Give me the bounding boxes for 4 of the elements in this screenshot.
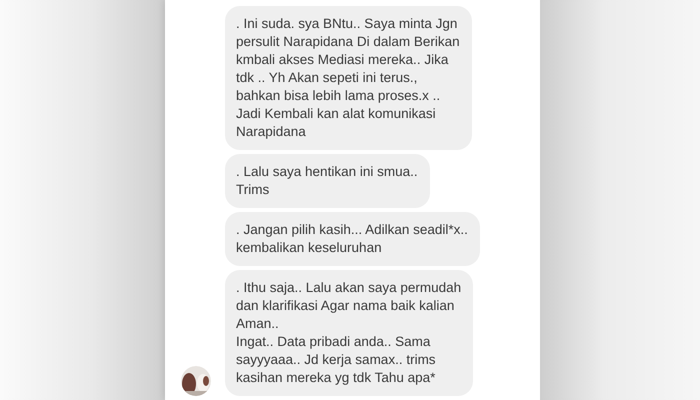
message-bubble: . Jangan pilih kasih... Adilkan seadil*x.. kembalikan keseluruhan [225,212,480,266]
message-bubble: . Lalu saya hentikan ini smua.. Trims [225,154,430,208]
message-bubble: . Ini suda. sya BNtu.. Saya minta Jgn persulit Narapidana Di dalam Berikan kmbali akses Mediasi mereka.. Jika tdk .. Yh Akan sepeti ini terus., bahkan bisa lebih lama proses.x .. Jadi Kembali kan alat komunikasi Narapidana [225,6,472,150]
message-bubble: . Ithu saja.. Lalu akan saya permudah dan klarifikasi Agar nama baik kalian Aman.. Ingat.. Data pribadi anda.. Sama sayyyaaa.. Jd kerja samax.. trims kasihan mereka yg tdk Tahu apa* [225,270,474,396]
